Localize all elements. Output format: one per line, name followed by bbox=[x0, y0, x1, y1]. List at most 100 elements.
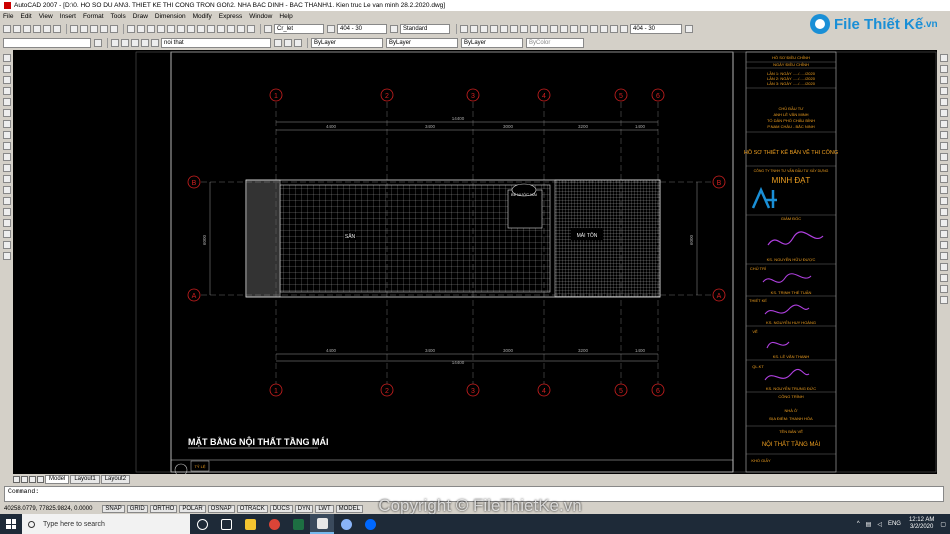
dim-update-icon[interactable] bbox=[620, 24, 628, 33]
tab-layout1[interactable]: Layout1 bbox=[70, 474, 100, 484]
make-current-layer-icon[interactable] bbox=[274, 38, 282, 47]
dim-diameter-icon[interactable] bbox=[520, 24, 528, 33]
gradient-icon[interactable] bbox=[2, 219, 11, 227]
menu-edit[interactable]: Edit bbox=[20, 13, 31, 20]
explode-icon[interactable] bbox=[939, 230, 948, 238]
revision-cloud-icon[interactable] bbox=[2, 131, 11, 139]
chrome-icon[interactable] bbox=[262, 514, 286, 534]
layer-states-icon[interactable] bbox=[294, 38, 302, 47]
color-select[interactable]: ByLayer bbox=[311, 37, 383, 48]
tool-palettes-icon[interactable] bbox=[207, 24, 215, 33]
ellipse-arc-icon[interactable] bbox=[2, 164, 11, 172]
new-file-icon[interactable] bbox=[3, 24, 11, 33]
menu-express[interactable]: Express bbox=[219, 13, 242, 20]
first-tab-icon[interactable] bbox=[13, 475, 20, 483]
ducs-toggle[interactable]: DUCS bbox=[269, 505, 293, 513]
input-language[interactable]: ENG bbox=[888, 521, 901, 527]
insert-block-icon[interactable] bbox=[2, 175, 11, 183]
volume-icon[interactable]: ◁ bbox=[877, 521, 882, 528]
publish-icon[interactable] bbox=[53, 24, 61, 33]
dim-style-select[interactable]: 404 - 30 bbox=[337, 23, 387, 34]
snap-midpoint-icon[interactable] bbox=[939, 252, 948, 260]
ellipse-icon[interactable] bbox=[2, 153, 11, 161]
dim-continue-icon[interactable] bbox=[560, 24, 568, 33]
mirror-icon[interactable] bbox=[939, 76, 948, 84]
dim-arc-icon[interactable] bbox=[480, 24, 488, 33]
menu-format[interactable]: Format bbox=[83, 13, 104, 20]
make-block-icon[interactable] bbox=[2, 186, 11, 194]
snap-toggle[interactable]: SNAP bbox=[102, 505, 125, 513]
properties-icon[interactable] bbox=[187, 24, 195, 33]
paint-icon[interactable] bbox=[334, 514, 358, 534]
network-icon[interactable]: ▤ bbox=[866, 521, 872, 528]
leader-icon[interactable] bbox=[570, 24, 578, 33]
dyn-toggle[interactable]: DYN bbox=[294, 505, 314, 513]
offset-icon[interactable] bbox=[939, 87, 948, 95]
menu-file[interactable]: File bbox=[3, 13, 13, 20]
menu-insert[interactable]: Insert bbox=[60, 13, 76, 20]
task-view-icon[interactable] bbox=[214, 514, 238, 534]
extend-icon[interactable] bbox=[939, 164, 948, 172]
stretch-icon[interactable] bbox=[939, 142, 948, 150]
snap-intersection-icon[interactable] bbox=[939, 263, 948, 271]
rectangle-icon[interactable] bbox=[2, 98, 11, 106]
menu-tools[interactable]: Tools bbox=[111, 13, 126, 20]
model-space-canvas[interactable]: 14400 4400 3400 3000 3200 1400 4400 3400… bbox=[13, 50, 937, 474]
snap-center-icon[interactable] bbox=[939, 274, 948, 282]
cut-icon[interactable] bbox=[70, 24, 78, 33]
dim-style-select-2[interactable]: 404 - 30 bbox=[630, 23, 682, 34]
trim-icon[interactable] bbox=[939, 153, 948, 161]
break-icon[interactable] bbox=[939, 186, 948, 194]
line-icon[interactable] bbox=[2, 54, 11, 62]
menu-draw[interactable]: Draw bbox=[133, 13, 148, 20]
excel-icon[interactable] bbox=[286, 514, 310, 534]
system-clock[interactable]: 12:12 AM 3/2/2020 bbox=[909, 517, 934, 531]
taskbar-search[interactable]: Type here to search bbox=[22, 514, 190, 534]
region-icon[interactable] bbox=[2, 230, 11, 238]
move-icon[interactable] bbox=[939, 109, 948, 117]
markup-icon[interactable] bbox=[227, 24, 235, 33]
dim-edit-icon[interactable] bbox=[600, 24, 608, 33]
workspace-select[interactable] bbox=[3, 37, 91, 48]
polyline-icon[interactable] bbox=[2, 76, 11, 84]
cortana-icon[interactable] bbox=[190, 514, 214, 534]
lineweight-select[interactable]: ByLayer bbox=[461, 37, 523, 48]
dim-baseline-icon[interactable] bbox=[550, 24, 558, 33]
osnap-toggle[interactable]: OSNAP bbox=[207, 505, 235, 513]
chamfer-icon[interactable] bbox=[939, 208, 948, 216]
circle-icon[interactable] bbox=[2, 120, 11, 128]
multiline-text-icon[interactable] bbox=[2, 252, 11, 260]
start-button[interactable] bbox=[0, 514, 22, 534]
dim-jogged-icon[interactable] bbox=[510, 24, 518, 33]
undo-icon[interactable] bbox=[127, 24, 135, 33]
print-icon[interactable] bbox=[33, 24, 41, 33]
arc-icon[interactable] bbox=[2, 109, 11, 117]
snap-nearest-icon[interactable] bbox=[939, 296, 948, 304]
rotate-icon[interactable] bbox=[939, 120, 948, 128]
array-icon[interactable] bbox=[939, 98, 948, 106]
layer-select[interactable]: noi that bbox=[161, 37, 271, 48]
otrack-toggle[interactable]: OTRACK bbox=[236, 505, 268, 513]
tab-layout2[interactable]: Layout2 bbox=[100, 474, 131, 484]
spline-icon[interactable] bbox=[2, 142, 11, 150]
menu-modify[interactable]: Modify bbox=[193, 13, 212, 20]
match-properties-icon[interactable] bbox=[100, 24, 108, 33]
polar-toggle[interactable]: POLAR bbox=[179, 505, 206, 513]
design-center-icon[interactable] bbox=[197, 24, 205, 33]
snap-perpendicular-icon[interactable] bbox=[939, 285, 948, 293]
dim-text-edit-icon[interactable] bbox=[610, 24, 618, 33]
center-mark-icon[interactable] bbox=[590, 24, 598, 33]
polygon-icon[interactable] bbox=[2, 87, 11, 95]
sheet-set-icon[interactable] bbox=[217, 24, 225, 33]
menu-view[interactable]: View bbox=[39, 13, 53, 20]
tray-chevron-icon[interactable]: ^ bbox=[857, 521, 860, 527]
dim-angular-icon[interactable] bbox=[530, 24, 538, 33]
linetype-select[interactable]: ByLayer bbox=[386, 37, 458, 48]
break-at-point-icon[interactable] bbox=[939, 175, 948, 183]
zalo-icon[interactable] bbox=[358, 514, 382, 534]
construction-line-icon[interactable] bbox=[2, 65, 11, 73]
file-explorer-icon[interactable] bbox=[238, 514, 262, 534]
ortho-toggle[interactable]: ORTHO bbox=[149, 505, 178, 513]
workspace-settings-icon[interactable] bbox=[94, 38, 102, 47]
table-style-select[interactable]: Standard bbox=[400, 23, 450, 34]
